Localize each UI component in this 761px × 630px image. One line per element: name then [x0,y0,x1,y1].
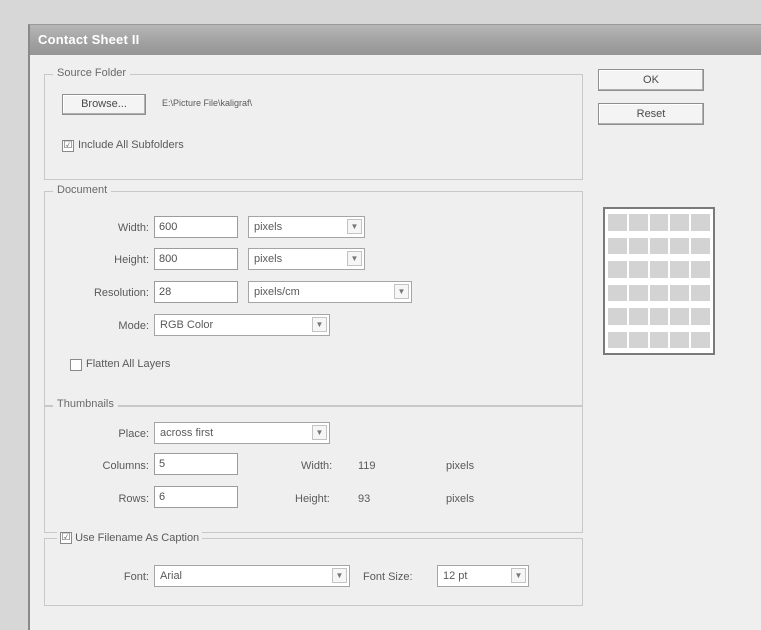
preview-thumbnail-cell [649,284,669,301]
preview-thumbnail-cell [608,331,627,348]
height-unit-value: pixels [254,253,283,265]
preview-thumbnail-cell [628,308,648,325]
include-subfolders-label: Include All Subfolders [78,139,184,151]
place-value: across first [160,427,214,439]
resolution-unit-select[interactable]: pixels/cm ▼ [248,281,412,303]
chevron-down-icon: ▼ [511,568,526,583]
preview-thumbnail-cell [691,331,710,348]
preview-thumbnail-cell [628,284,648,301]
source-folder-path: E:\Picture File\kaligraf\ [162,98,253,108]
width-unit-select[interactable]: pixels ▼ [248,216,365,238]
use-filename-checkbox[interactable]: ☑ [60,532,72,545]
preview-thumbnail-cell [628,331,648,348]
thumbnails-group: Thumbnails Place: across first ▼ Columns… [44,398,583,533]
reset-button[interactable]: Reset [598,103,704,125]
dialog-title: Contact Sheet II [30,25,761,55]
thumb-height-label: Height: [295,493,330,505]
width-input[interactable]: 600 [154,216,238,238]
resolution-unit-value: pixels/cm [254,286,300,298]
flatten-layers-checkbox[interactable] [70,359,82,371]
chevron-down-icon: ▼ [332,568,347,583]
resolution-label: Resolution: [93,287,149,299]
include-subfolders-checkbox[interactable]: ☑ [62,140,74,152]
preview-thumbnail-cell [670,237,690,254]
chevron-down-icon: ▼ [312,317,327,332]
chevron-down-icon: ▼ [347,219,362,234]
chevron-down-icon: ▼ [312,425,327,440]
resolution-input[interactable]: 28 [154,281,238,303]
mode-select[interactable]: RGB Color ▼ [154,314,330,336]
preview-thumbnail-cell [649,261,669,278]
preview-thumbnail-cell [691,261,710,278]
preview-thumbnail-cell [649,237,669,254]
preview-thumbnail-cell [649,331,669,348]
height-unit-select[interactable]: pixels ▼ [248,248,365,270]
use-filename-label: Use Filename As Caption [75,532,200,545]
thumb-height-unit: pixels [446,493,475,505]
preview-thumbnail-cell [628,237,648,254]
document-group: Document Width: 600 pixels ▼ Height: 800… [44,184,583,407]
preview-thumbnail-cell [649,308,669,325]
preview-thumbnail-cell [608,284,627,301]
chevron-down-icon: ▼ [394,284,409,299]
preview-thumbnail-cell [670,331,690,348]
width-unit-value: pixels [254,221,283,233]
chevron-down-icon: ▼ [347,251,362,266]
source-folder-legend: Source Folder [53,67,131,79]
preview-thumbnail-cell [691,308,710,325]
preview-thumbnail-cell [670,308,690,325]
use-filename-legend: ☑ Use Filename As Caption [57,532,203,545]
preview-thumbnail-cell [608,261,627,278]
browse-button[interactable]: Browse... [62,94,146,115]
rows-input[interactable]: 6 [154,486,238,508]
preview-thumbnail-cell [670,261,690,278]
preview-thumbnail-cell [608,237,627,254]
thumbnails-legend: Thumbnails [53,398,118,410]
rows-label: Rows: [118,493,149,505]
preview-thumbnail-cell [691,237,710,254]
preview-thumbnail-cell [670,284,690,301]
mode-value: RGB Color [160,319,214,331]
preview-thumbnail-cell [628,214,648,231]
columns-input[interactable]: 5 [154,453,238,475]
font-label: Font: [123,571,149,583]
thumb-width-value: 119 [358,460,376,472]
preview-thumbnail-cell [608,308,627,325]
height-input[interactable]: 800 [154,248,238,270]
font-size-label: Font Size: [363,571,413,583]
preview-thumbnail-cell [670,214,690,231]
thumb-width-label: Width: [301,460,333,472]
preview-thumbnail-cell [628,261,648,278]
place-label: Place: [118,428,149,440]
place-select[interactable]: across first ▼ [154,422,330,444]
flatten-layers-label: Flatten All Layers [86,358,171,370]
caption-group: ☑ Use Filename As Caption Font: Arial ▼ … [44,532,583,606]
thumb-width-unit: pixels [446,460,475,472]
font-select[interactable]: Arial ▼ [154,565,350,587]
layout-preview [603,207,715,355]
font-value: Arial [160,570,183,582]
thumb-height-value: 93 [358,493,371,505]
columns-label: Columns: [102,460,149,472]
ok-button[interactable]: OK [598,69,704,91]
font-size-select[interactable]: 12 pt ▼ [437,565,529,587]
document-legend: Document [53,184,112,196]
height-label: Height: [114,254,149,266]
mode-label: Mode: [118,320,149,332]
preview-thumbnail-cell [691,214,710,231]
preview-thumbnail-cell [608,214,627,231]
preview-thumbnail-cell [649,214,669,231]
preview-thumbnail-cell [691,284,710,301]
font-size-value: 12 pt [443,570,468,582]
width-label: Width: [117,222,149,234]
contact-sheet-dialog: Contact Sheet II OK Reset Source Folder … [28,24,761,630]
source-folder-group: Source Folder Browse... E:\Picture File\… [44,67,583,180]
